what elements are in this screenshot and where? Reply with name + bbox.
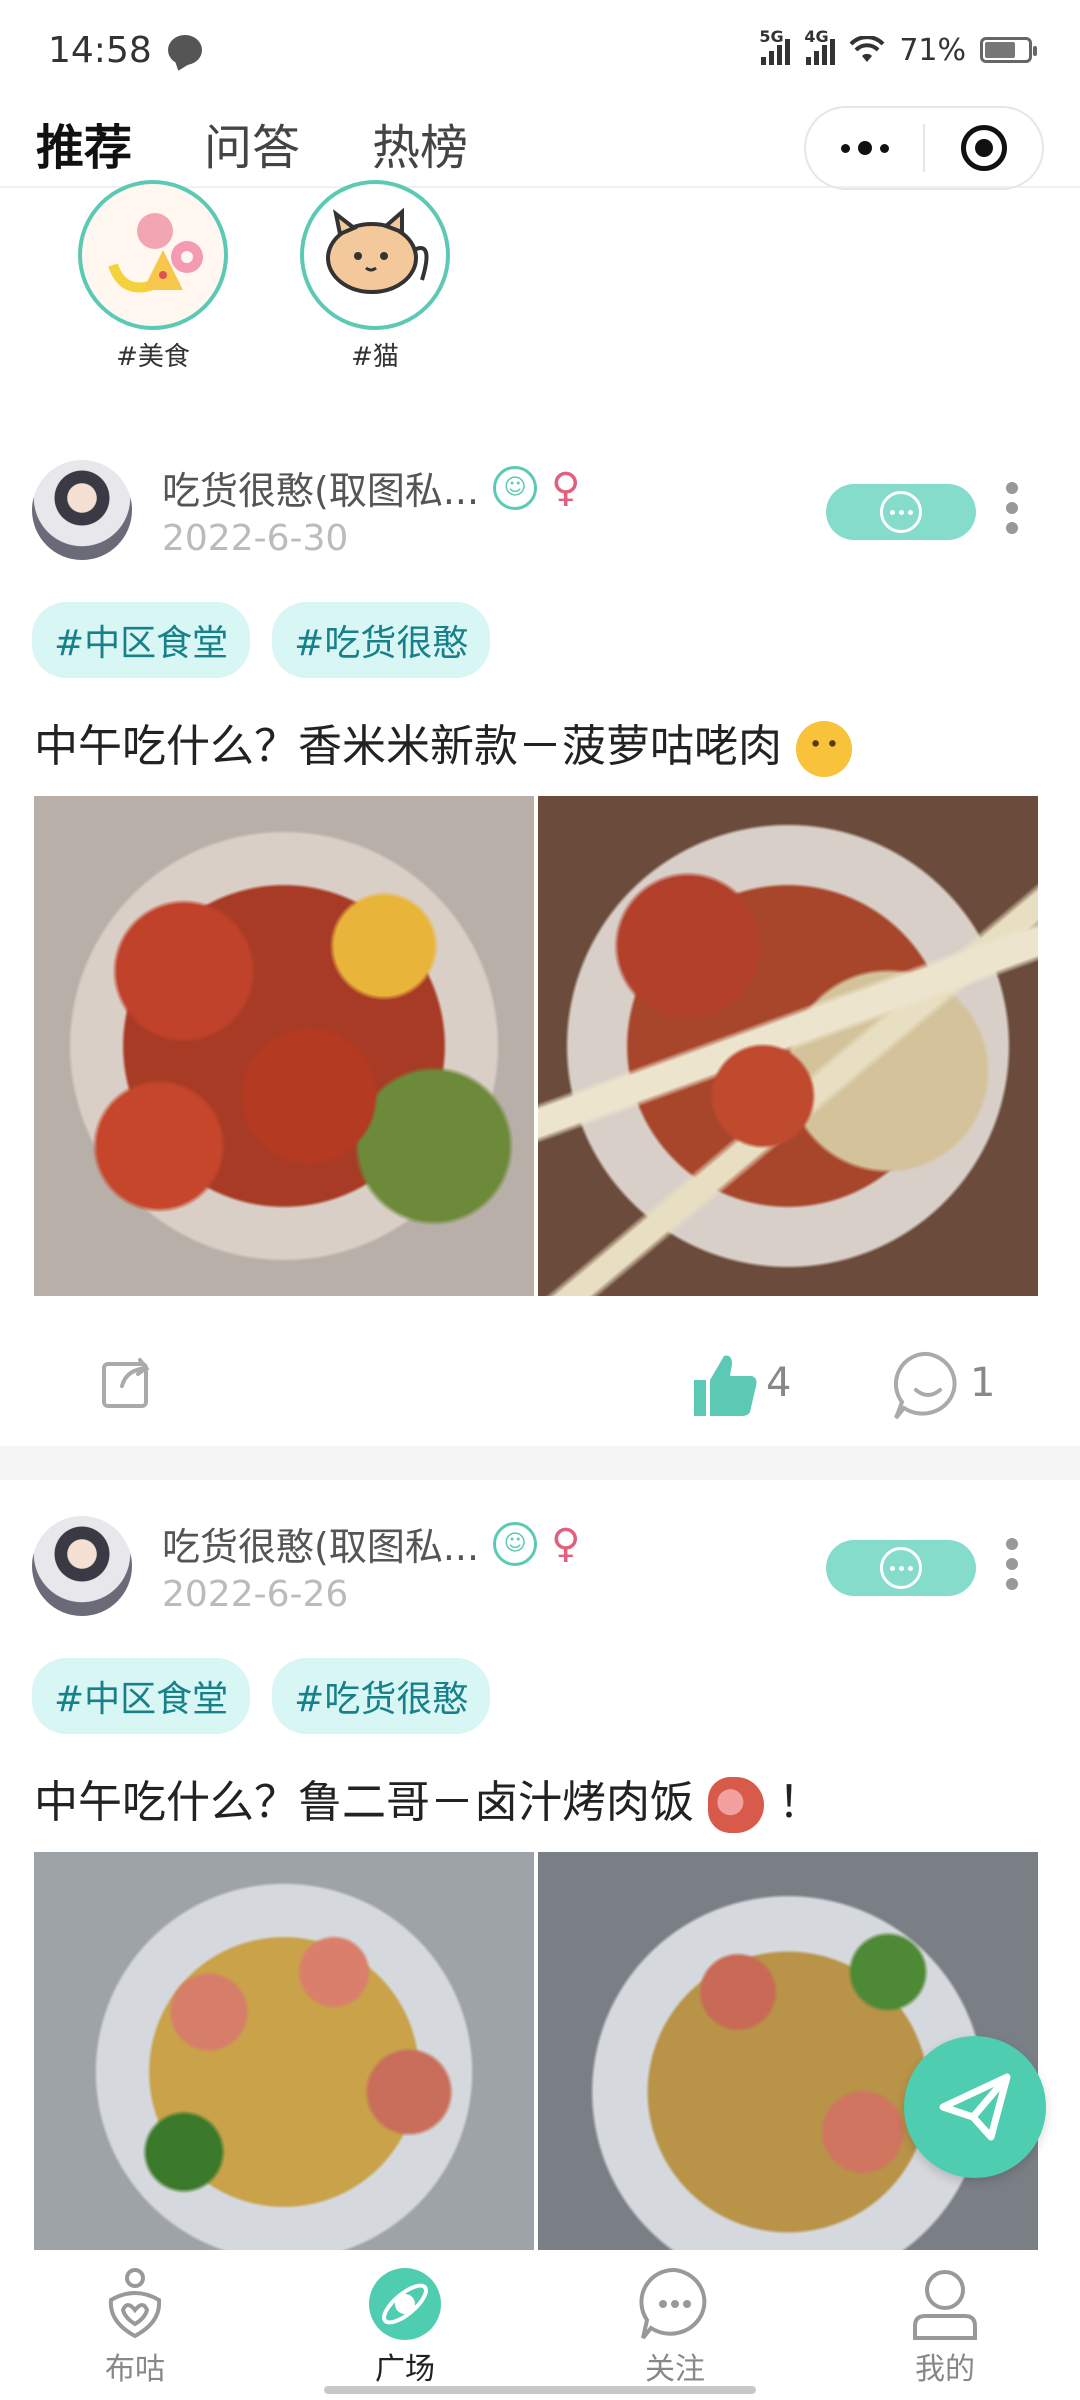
- post-photo[interactable]: [34, 796, 534, 1296]
- female-icon: ♀: [551, 1520, 581, 1567]
- cat-illustration-icon: [300, 180, 450, 330]
- status-bar: 14:58 5G 4G 71%: [0, 0, 1080, 100]
- tag-list: #中区食堂 #吃货很憨: [32, 1658, 491, 1734]
- food-illustration-icon: [78, 180, 228, 330]
- post-date: 2022-6-30: [162, 518, 349, 559]
- profile-icon: [913, 2270, 977, 2340]
- signal-4g-icon: 4G: [804, 27, 836, 65]
- post-text: 中午吃什么？香米米新款－菠萝咕咾肉: [34, 710, 852, 777]
- post-separator: [0, 1446, 1080, 1480]
- comment-count: 1: [970, 1360, 996, 1406]
- chat-button[interactable]: [826, 1540, 976, 1596]
- bottom-navigation: 布咕 广场 关注 我的: [0, 2250, 1080, 2400]
- female-icon: ♀: [551, 464, 581, 511]
- status-indicators: 5G 4G 71%: [759, 27, 1037, 68]
- chat-bubble-icon: [639, 2267, 707, 2340]
- avatar[interactable]: [32, 1516, 132, 1616]
- nav-label: 关注: [645, 2352, 705, 2387]
- post-actions: 4 1: [0, 1330, 1080, 1430]
- chat-bubble-icon: [880, 1547, 922, 1589]
- tag-chip[interactable]: #吃货很憨: [272, 1658, 491, 1734]
- author-row: 吃货很憨(取图私... ☺ ♀: [162, 460, 580, 515]
- tag-chip[interactable]: #中区食堂: [32, 1658, 251, 1734]
- photo-grid: [34, 796, 1038, 1296]
- author-name[interactable]: 吃货很憨(取图私...: [162, 460, 479, 515]
- nav-label: 广场: [375, 2352, 435, 2387]
- hugging-face-emoji-icon: [796, 721, 852, 777]
- planet-icon: [369, 2268, 441, 2340]
- thumbs-up-icon[interactable]: [690, 1350, 760, 1420]
- photo-grid: [34, 1852, 1038, 2252]
- nav-item-mine[interactable]: 我的: [810, 2250, 1080, 2400]
- tab-qa[interactable]: 问答: [204, 108, 300, 178]
- close-miniprogram-button[interactable]: [925, 108, 1042, 188]
- tab-recommend[interactable]: 推荐: [36, 108, 137, 182]
- nav-label: 布咕: [105, 2352, 165, 2387]
- tag-list: #中区食堂 #吃货很憨: [32, 602, 491, 678]
- chat-bubble-icon: [880, 491, 922, 533]
- post-text: 中午吃什么？鲁二哥－卤汁烤肉饭 ！: [34, 1766, 822, 1833]
- nav-label: 我的: [915, 2352, 975, 2387]
- post-header: 吃货很憨(取图私... ☺ ♀ 2022-6-26: [0, 1516, 1080, 1626]
- share-icon[interactable]: [100, 1350, 160, 1410]
- topic-cat[interactable]: #猫: [300, 180, 450, 373]
- post-header: 吃货很憨(取图私... ☺ ♀ 2022-6-30: [0, 460, 1080, 570]
- miniprogram-capsule: [804, 106, 1044, 190]
- status-time: 14:58: [48, 29, 152, 71]
- home-indicator[interactable]: [324, 2386, 756, 2394]
- tag-chip[interactable]: #吃货很憨: [272, 602, 491, 678]
- more-vertical-icon[interactable]: [1000, 482, 1024, 534]
- signal-5g-label: 5G: [759, 27, 784, 46]
- more-vertical-icon[interactable]: [1000, 1538, 1024, 1590]
- more-menu-button[interactable]: [806, 108, 923, 188]
- badge-icon: ☺: [493, 465, 538, 510]
- post-photo[interactable]: [34, 1852, 534, 2252]
- nav-item-follow[interactable]: 关注: [540, 2250, 810, 2400]
- nav-item-square[interactable]: 广场: [270, 2250, 540, 2400]
- wifi-icon: [849, 35, 885, 64]
- meat-emoji-icon: [708, 1777, 764, 1833]
- topic-food[interactable]: #美食: [78, 180, 228, 373]
- more-dots-icon: [840, 141, 889, 155]
- author-name[interactable]: 吃货很憨(取图私...: [162, 1516, 479, 1571]
- battery-icon: [980, 37, 1037, 63]
- top-tab-bar: 推荐 问答 热榜: [0, 100, 1080, 190]
- nav-item-bugu[interactable]: 布咕: [0, 2250, 270, 2400]
- post-compose-button[interactable]: [904, 2036, 1046, 2178]
- comment-icon[interactable]: [892, 1350, 964, 1422]
- post-text-body: 中午吃什么？鲁二哥－卤汁烤肉饭: [34, 1777, 694, 1828]
- post-photo[interactable]: [538, 796, 1038, 1296]
- post-text-suffix: ！: [778, 1777, 822, 1828]
- signal-4g-label: 4G: [804, 27, 829, 46]
- battery-percentage: 71%: [899, 32, 966, 68]
- badge-icon: ☺: [493, 1521, 538, 1566]
- post-text-body: 中午吃什么？香米米新款－菠萝咕咾肉: [34, 721, 782, 772]
- like-count: 4: [766, 1360, 792, 1406]
- tab-hot-list[interactable]: 热榜: [372, 108, 468, 178]
- target-icon: [960, 125, 1007, 171]
- signal-5g-icon: 5G: [759, 27, 791, 65]
- topic-row: #美食 #猫: [0, 180, 1080, 380]
- post-card: 吃货很憨(取图私... ☺ ♀ 2022-6-30 #中区食堂 #吃货很憨 中午…: [0, 460, 1080, 1450]
- author-row: 吃货很憨(取图私... ☺ ♀: [162, 1516, 580, 1571]
- avatar[interactable]: [32, 460, 132, 560]
- topic-label: #猫: [351, 342, 399, 372]
- tag-chip[interactable]: #中区食堂: [32, 602, 251, 678]
- paper-plane-icon: [939, 2073, 1011, 2141]
- message-notification-icon: [167, 35, 202, 65]
- heart-person-icon: [108, 2268, 162, 2339]
- topic-label: #美食: [116, 342, 190, 372]
- chat-button[interactable]: [826, 484, 976, 540]
- post-date: 2022-6-26: [162, 1574, 349, 1615]
